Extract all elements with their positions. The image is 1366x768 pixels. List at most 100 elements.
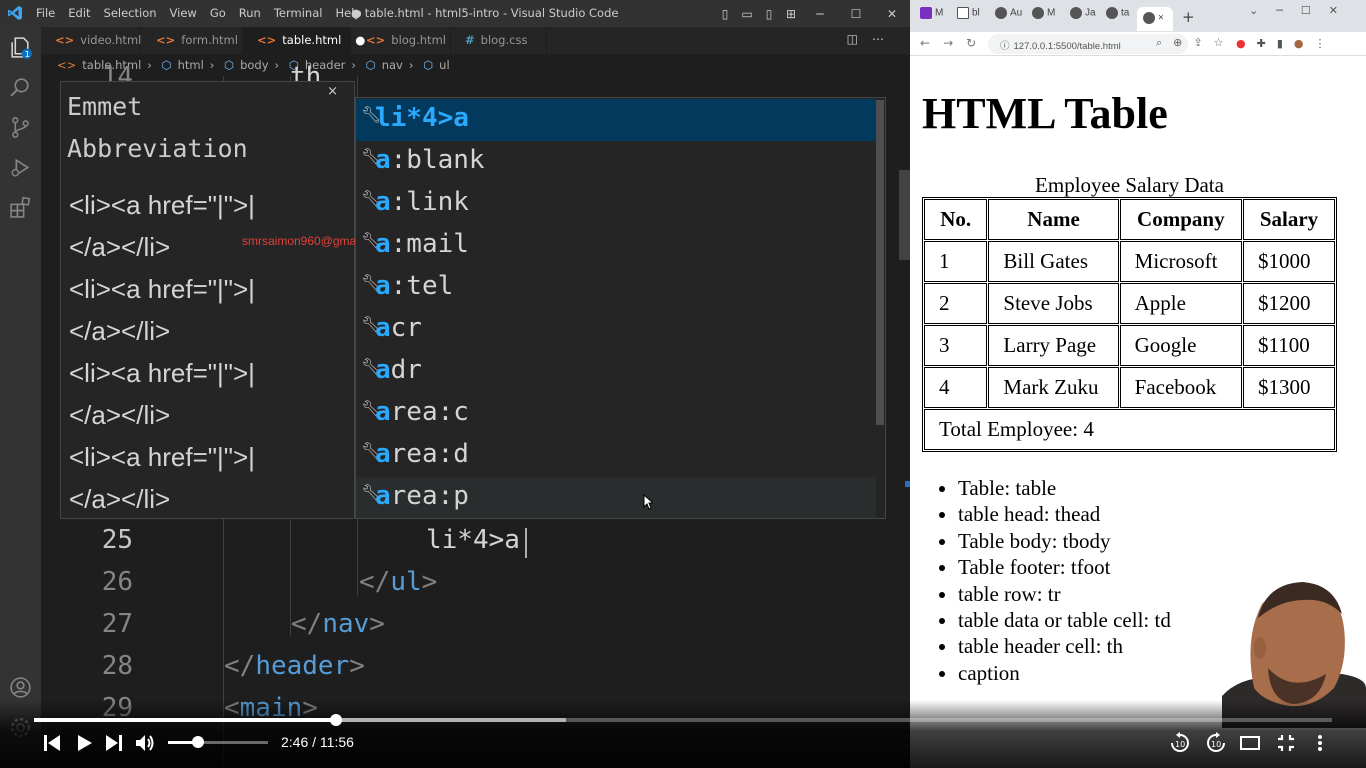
bookmark-star-icon[interactable]: ☆ [1214, 36, 1235, 49]
suggestion-item[interactable]: 🔧︎ a:blank [356, 141, 876, 183]
previous-icon[interactable] [42, 732, 62, 754]
code-line-26: </ul> [359, 567, 437, 597]
suggestion-item[interactable]: 🔧︎ area:c [356, 393, 876, 435]
more-actions-icon[interactable]: ⋯ [872, 32, 898, 46]
suggestion-item[interactable]: 🔧︎ area:d [356, 435, 876, 477]
rewind-10-icon[interactable]: 10 [1169, 732, 1191, 754]
split-editor-icon[interactable]: ◫ [847, 32, 872, 46]
browser-tab-active[interactable]: × [1137, 7, 1173, 31]
menu-selection[interactable]: Selection [104, 6, 157, 20]
reload-icon[interactable]: ↻ [966, 36, 989, 50]
miniplayer-icon[interactable] [1239, 732, 1261, 754]
table-caption: Employee Salary Data [1035, 173, 1224, 197]
minimize-icon[interactable]: ─ [1276, 4, 1301, 17]
menu-terminal[interactable]: Terminal [274, 6, 323, 20]
table-cell: Apple [1119, 283, 1242, 324]
time-display: 2:46 / 11:56 [281, 734, 354, 750]
toggle-sidebar-icon[interactable]: ▯ [714, 7, 736, 21]
browser-tab[interactable]: Ja [1070, 7, 1096, 31]
suggestion-item[interactable]: 🔧︎ adr [356, 351, 876, 393]
vscode-logo-icon [8, 6, 22, 20]
browser-tab[interactable]: M [920, 7, 943, 31]
share-icon[interactable]: ⇪ [1193, 36, 1213, 49]
profile-avatar-icon[interactable]: ● [1294, 37, 1315, 50]
suggestion-item[interactable]: 🔧︎ acr [356, 309, 876, 351]
new-tab-icon[interactable]: + [1182, 8, 1195, 26]
suggestion-item[interactable]: 🔧︎ area:p [356, 477, 876, 518]
browser-tab[interactable]: ta [1106, 7, 1129, 31]
volume-icon[interactable] [134, 732, 158, 754]
breadcrumb-item[interactable]: nav [382, 58, 403, 72]
tab-blog-css[interactable]: # blog.css [451, 27, 547, 54]
site-info-icon[interactable]: ⓘ [1000, 41, 1010, 52]
close-window-icon[interactable]: ✕ [1329, 4, 1356, 17]
explorer-icon[interactable]: 1 [8, 35, 33, 60]
extensions-icon[interactable] [8, 195, 33, 220]
minimize-icon[interactable]: ─ [802, 7, 838, 21]
tab-form-html[interactable]: <> form.html [141, 27, 243, 54]
suggestion-item[interactable]: 🔧︎ a:link [356, 183, 876, 225]
code-line-28: </header> [224, 651, 365, 681]
account-icon[interactable] [8, 675, 33, 700]
table-header-cell: Company [1119, 199, 1242, 240]
menu-go[interactable]: Go [210, 6, 226, 20]
breadcrumb-item[interactable]: html [178, 58, 204, 72]
play-icon[interactable] [76, 732, 94, 754]
suggestion-match: a [375, 397, 391, 427]
suggestion-item[interactable]: 🔧︎ a:tel [356, 267, 876, 309]
emmet-preview-line: <li><a href="|">| [69, 190, 255, 220]
menu-edit[interactable]: Edit [68, 6, 90, 20]
maximize-icon[interactable]: ☐ [1301, 4, 1329, 17]
breadcrumb-item[interactable]: body [240, 58, 268, 72]
breadcrumb-item[interactable]: ul [439, 58, 449, 72]
menu-file[interactable]: File [36, 6, 55, 20]
browser-tab[interactable]: Au [995, 7, 1022, 31]
tab-table-html[interactable]: <> table.html ● [243, 27, 365, 54]
tag-bracket: > [421, 567, 438, 597]
page-heading: HTML Table [922, 89, 1168, 138]
close-tab-icon[interactable]: × [1158, 13, 1164, 24]
toggle-secondary-sidebar-icon[interactable]: ▯ [758, 7, 780, 21]
volume-handle[interactable] [192, 736, 204, 748]
toggle-panel-icon[interactable]: ▭ [736, 7, 758, 21]
suggestion-item[interactable]: 🔧︎ a:mail [356, 225, 876, 267]
menu-kebab-icon[interactable]: ⋮ [1315, 37, 1337, 50]
back-arrow-icon[interactable]: ← [920, 36, 943, 50]
install-icon[interactable]: ⊕ [1173, 36, 1193, 49]
suggestion-match: a [375, 145, 391, 175]
search-icon[interactable] [8, 75, 33, 100]
menu-view[interactable]: View [170, 6, 197, 20]
salary-table: No. Name Company Salary 1 Bill Gates Mic… [922, 197, 1337, 452]
close-window-icon[interactable]: ✕ [874, 7, 910, 21]
tab-blog-html[interactable]: <> blog.html [351, 27, 451, 54]
zoom-icon[interactable]: ⌕ [1156, 36, 1173, 49]
next-icon[interactable] [104, 732, 124, 754]
table-cell: $1100 [1243, 325, 1335, 366]
maximize-icon[interactable]: ☐ [838, 7, 874, 21]
opera-extension-icon[interactable]: ● [1236, 37, 1257, 50]
forward-arrow-icon[interactable]: → [943, 36, 966, 50]
emmet-preview-line: </a></li> [69, 400, 171, 430]
menu-run[interactable]: Run [239, 6, 261, 20]
scrubber-handle[interactable] [330, 714, 342, 726]
suggestion-item[interactable]: 🔧︎ li*4>a [356, 99, 876, 141]
tab-search-icon[interactable]: ⌄ [1249, 4, 1276, 17]
vscode-window: File Edit Selection View Go Run Terminal… [0, 0, 910, 768]
suggestion-scrollbar[interactable] [876, 100, 884, 425]
more-options-icon[interactable] [1313, 732, 1327, 754]
fullscreen-exit-icon[interactable] [1275, 732, 1297, 754]
tab-video-html[interactable]: <> video.html [41, 27, 141, 54]
browser-tab[interactable]: M [1032, 7, 1055, 31]
run-debug-icon[interactable] [8, 155, 33, 180]
emmet-preview-line: </a></li> [69, 316, 171, 346]
source-control-icon[interactable] [8, 115, 33, 140]
forward-10-icon[interactable]: 10 [1205, 732, 1227, 754]
browser-tab[interactable]: bl [957, 7, 980, 31]
tag-bracket: > [349, 651, 365, 681]
editor-scrollbar[interactable] [899, 170, 910, 260]
suggestion-label: area:d [375, 439, 469, 469]
side-panel-icon[interactable]: ▮ [1277, 37, 1294, 50]
extensions-puzzle-icon[interactable]: ✚ [1257, 37, 1277, 50]
customize-layout-icon[interactable]: ⊞ [780, 7, 802, 21]
close-details-icon[interactable]: × [327, 84, 338, 99]
